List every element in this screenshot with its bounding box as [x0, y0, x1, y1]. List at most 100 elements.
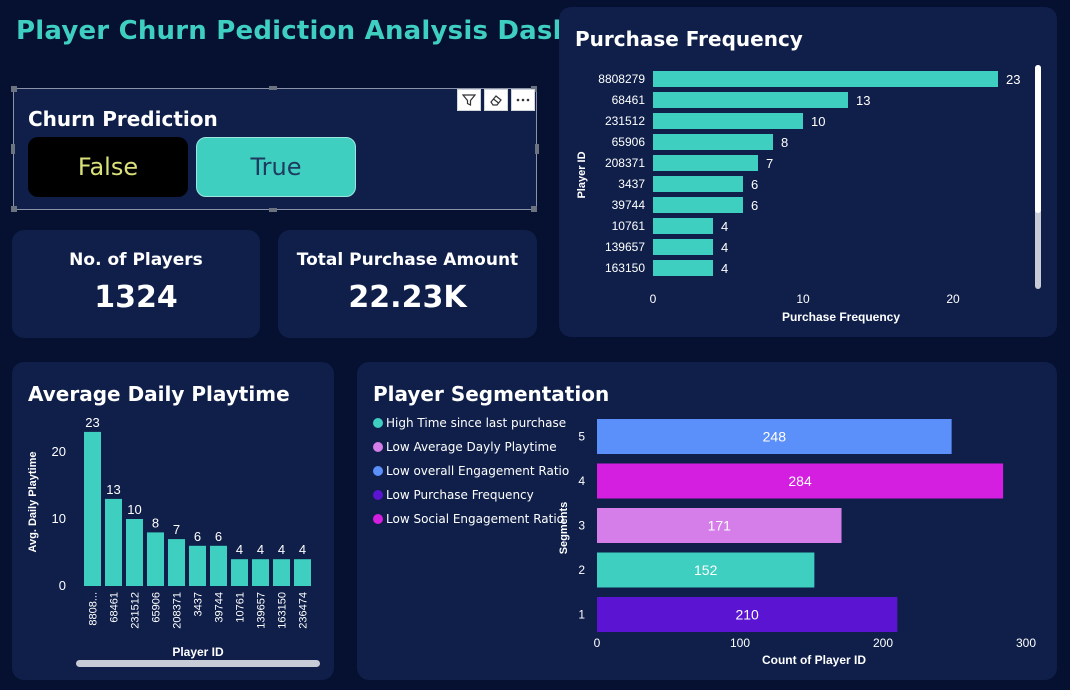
daily-playtime-chart: 0 10 20 23 8808... 13 68461 10 231512 8 65906 7 2083… — [27, 415, 320, 667]
eraser-icon[interactable] — [484, 89, 508, 111]
dp-bar[interactable] — [294, 559, 311, 586]
dp-value-label: 7 — [173, 522, 180, 537]
seg-x-tick: 100 — [730, 636, 750, 650]
seg-value-label: 171 — [708, 518, 732, 534]
churn-prediction-title: Churn Prediction — [28, 107, 218, 131]
seg-x-axis-label: Count of Player ID — [762, 653, 866, 667]
dp-bar[interactable] — [273, 559, 290, 586]
pf-value-label: 4 — [721, 261, 728, 276]
dp-y-axis-label: Avg. Daily Playtime — [27, 451, 39, 552]
pf-value-label: 6 — [751, 198, 758, 213]
dp-value-label: 13 — [106, 482, 120, 497]
pf-bar[interactable] — [653, 260, 713, 276]
pf-value-label: 7 — [766, 156, 773, 171]
dp-category-label: 236474 — [298, 592, 310, 629]
dp-value-label: 8 — [152, 515, 159, 530]
resize-handle-top-left[interactable] — [11, 86, 17, 92]
seg-category-label: 3 — [578, 519, 585, 533]
pf-value-label: 4 — [721, 240, 728, 255]
dp-category-label: 231512 — [130, 592, 142, 629]
kpi-purchase-amount-card: Total Purchase Amount 22.23K — [278, 230, 537, 338]
dp-bar[interactable] — [84, 431, 101, 586]
seg-value-label: 152 — [694, 562, 718, 578]
more-options-icon[interactable] — [511, 89, 535, 111]
pf-category-label: 3437 — [618, 177, 645, 191]
dp-y-tick: 0 — [59, 578, 66, 593]
resize-handle-left[interactable] — [11, 144, 15, 154]
seg-category-label: 5 — [578, 430, 585, 444]
dp-bar[interactable] — [168, 539, 185, 586]
seg-x-tick: 200 — [873, 636, 893, 650]
pf-x-axis-label: Purchase Frequency — [782, 310, 900, 324]
resize-handle-bottom-right[interactable] — [531, 206, 537, 212]
resize-handle-bottom-left[interactable] — [11, 206, 17, 212]
pf-bar[interactable] — [653, 197, 743, 213]
dp-value-label: 4 — [278, 542, 285, 557]
pf-bar[interactable] — [653, 92, 848, 108]
dp-value-label: 4 — [236, 542, 243, 557]
pf-bar[interactable] — [653, 155, 758, 171]
pf-value-label: 13 — [856, 93, 870, 108]
dp-value-label: 23 — [85, 415, 99, 430]
dp-category-label: 65906 — [151, 592, 163, 623]
pf-value-label: 23 — [1006, 72, 1020, 87]
kpi-players-card: No. of Players 1324 — [12, 230, 260, 338]
pf-bar[interactable] — [653, 218, 713, 234]
dp-value-label: 4 — [299, 542, 306, 557]
pf-bar[interactable] — [653, 134, 773, 150]
player-segmentation-chart: 5 248 4 284 3 171 2 152 1 210 0 100 200 300 Count of P… — [558, 419, 1036, 667]
dp-category-label: 208371 — [172, 592, 184, 629]
dp-bar[interactable] — [210, 545, 227, 586]
filter-icon[interactable] — [457, 89, 481, 111]
purchase-frequency-card: Purchase Frequency 8808279 23 68461 13 23151… — [559, 7, 1057, 337]
dp-category-label: 8808... — [88, 592, 100, 626]
pf-category-label: 163150 — [605, 261, 645, 275]
pf-x-tick: 10 — [796, 292, 810, 306]
seg-value-label: 248 — [763, 429, 787, 445]
dp-bar[interactable] — [231, 559, 248, 586]
dp-x-axis-label: Player ID — [172, 645, 224, 659]
seg-category-label: 1 — [578, 608, 585, 622]
purchase-frequency-chart: 8808279 23 68461 13 231512 10 65906 8 208371 7 343… — [576, 65, 1041, 324]
dp-bar[interactable] — [105, 498, 122, 586]
dp-bar[interactable] — [126, 519, 143, 586]
dp-bar[interactable] — [189, 545, 206, 586]
dp-bar[interactable] — [252, 559, 269, 586]
pf-y-axis-label: Player ID — [576, 151, 588, 198]
pf-category-label: 39744 — [612, 198, 646, 212]
pf-x-tick: 0 — [650, 292, 657, 306]
pf-category-label: 68461 — [612, 93, 646, 107]
seg-value-label: 284 — [788, 473, 812, 489]
seg-y-axis-label: Segments — [558, 502, 570, 555]
pf-category-label: 231512 — [605, 114, 645, 128]
churn-false-button[interactable]: False — [28, 137, 188, 197]
dp-category-label: 39744 — [214, 592, 226, 623]
dp-bar[interactable] — [147, 532, 164, 586]
daily-playtime-card: Average Daily Playtime 0 10 20 23 8808... 13 6… — [12, 362, 334, 680]
seg-x-tick: 300 — [1016, 636, 1036, 650]
pf-category-label: 139657 — [605, 240, 645, 254]
dp-value-label: 4 — [257, 542, 264, 557]
dp-y-tick: 20 — [52, 444, 66, 459]
resize-handle-top[interactable] — [269, 86, 277, 90]
player-segmentation-card: Player Segmentation High Time since last… — [357, 362, 1057, 680]
pf-bar[interactable] — [653, 113, 803, 129]
pf-category-label: 208371 — [605, 156, 645, 170]
pf-bar[interactable] — [653, 176, 743, 192]
pf-scrollbar-thumb[interactable] — [1035, 65, 1041, 213]
dp-category-label: 68461 — [109, 592, 121, 623]
pf-bar[interactable] — [653, 239, 713, 255]
seg-value-label: 210 — [735, 607, 759, 623]
pf-bar[interactable] — [653, 71, 998, 87]
dp-value-label: 10 — [127, 502, 141, 517]
kpi-purchase-amount-label: Total Purchase Amount — [296, 250, 519, 270]
resize-handle-right[interactable] — [535, 144, 539, 154]
seg-category-label: 2 — [578, 563, 585, 577]
dp-scrollbar-thumb[interactable] — [76, 660, 320, 667]
dp-value-label: 6 — [194, 529, 201, 544]
pf-category-label: 65906 — [612, 135, 646, 149]
pf-category-label: 10761 — [612, 219, 646, 233]
churn-true-button[interactable]: True — [196, 137, 356, 197]
resize-handle-bottom[interactable] — [269, 208, 277, 212]
pf-value-label: 4 — [721, 219, 728, 234]
